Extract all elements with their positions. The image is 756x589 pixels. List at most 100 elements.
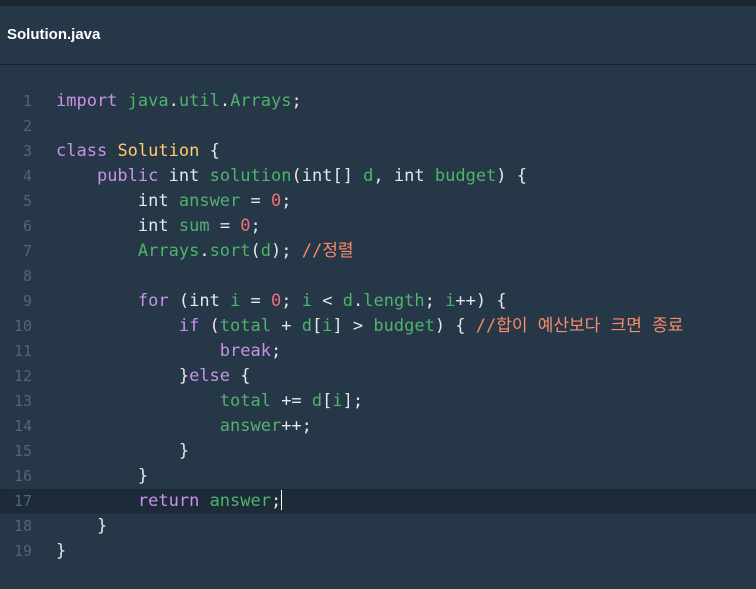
code-token: Arrays (137, 241, 200, 261)
code-text: } (56, 514, 107, 539)
code-token: [] (332, 166, 364, 186)
code-token: else (189, 366, 231, 386)
code-token: ; (270, 491, 282, 511)
line-number: 15 (13, 442, 32, 460)
code-token: d (260, 241, 272, 261)
code-token: ++; (281, 416, 312, 436)
code-token: int (393, 166, 425, 186)
code-token: [ (322, 391, 333, 411)
code-token: } (56, 516, 108, 536)
code-token: class (56, 141, 108, 161)
code-line[interactable]: 8 (0, 264, 756, 289)
code-line[interactable]: 3 class Solution { (0, 139, 756, 164)
code-token: = (240, 191, 271, 211)
code-editor[interactable]: 1 import java.util.Arrays; 2 3 class Solutio… (0, 66, 756, 589)
code-token: 0 (271, 291, 282, 311)
code-line[interactable]: 18 } (0, 514, 756, 539)
code-token: answer (178, 191, 241, 211)
code-text: } (56, 439, 189, 464)
code-token: ; (281, 191, 292, 211)
code-token: i (322, 316, 333, 336)
code-line[interactable]: 16 } (0, 464, 756, 489)
code-token: 0 (271, 191, 282, 211)
code-token: ( (250, 241, 261, 261)
code-token: int (137, 191, 169, 211)
code-line[interactable]: 15 } (0, 439, 756, 464)
line-number: 8 (22, 267, 32, 285)
code-token: total (219, 391, 271, 411)
code-token: + (270, 316, 302, 336)
line-number: 13 (13, 392, 32, 410)
code-token: } (56, 541, 67, 561)
code-line[interactable]: 6 int sum = 0; (0, 214, 756, 239)
code-token: ]; (342, 391, 364, 411)
code-line[interactable]: 11 break; (0, 339, 756, 364)
code-line[interactable]: 5 int answer = 0; (0, 189, 756, 214)
code-token: length (363, 291, 425, 311)
code-text: int answer = 0; (56, 189, 292, 214)
line-number: 4 (22, 167, 32, 185)
code-token: i (301, 291, 313, 311)
line-number: 3 (22, 142, 32, 160)
code-token: //합이 예산보다 크면 종료 (475, 316, 684, 336)
code-line[interactable]: 17 return answer; (0, 489, 756, 514)
code-token: import (56, 91, 118, 111)
code-token: int (301, 166, 333, 186)
code-line[interactable]: 4 public int solution(int[] d, int budge… (0, 164, 756, 189)
code-token: for (137, 291, 169, 311)
code-token: { (230, 366, 251, 386)
code-line[interactable]: 1 import java.util.Arrays; (0, 89, 756, 114)
editor-tab-bar: Solution.java (0, 6, 756, 65)
code-token: d (342, 291, 353, 311)
code-token: . (199, 241, 210, 261)
line-number: 9 (22, 292, 32, 310)
code-line[interactable]: 10 if (total + d[i] > budget) { //합이 예산보… (0, 314, 756, 339)
text-cursor (281, 490, 283, 510)
line-number: 7 (22, 242, 32, 260)
code-token: ( (199, 316, 220, 336)
code-token: } (56, 466, 149, 486)
code-token: public (96, 166, 159, 186)
code-token: i (230, 291, 241, 311)
code-token: d (363, 166, 374, 186)
code-token: , (373, 166, 394, 186)
code-line[interactable]: 7 Arrays.sort(d); //정렬 (0, 239, 756, 264)
code-token: ; (291, 91, 302, 111)
code-token: answer (219, 416, 282, 436)
code-token: . (168, 91, 179, 111)
code-token: i (332, 391, 343, 411)
code-token: ; (424, 291, 446, 311)
code-line[interactable]: 12 }else { (0, 364, 756, 389)
code-token: break (219, 341, 271, 361)
code-token: . (352, 291, 364, 311)
code-token: ( (291, 166, 302, 186)
code-token: ) { (496, 166, 528, 186)
code-line[interactable]: 2 (0, 114, 756, 139)
file-tab-title[interactable]: Solution.java (7, 26, 100, 43)
code-line[interactable]: 19} (0, 539, 756, 564)
code-text: Arrays.sort(d); //정렬 (56, 239, 354, 264)
code-token: i (445, 291, 456, 311)
code-line[interactable]: 14 answer++; (0, 414, 756, 439)
code-text: public int solution(int[] d, int budget)… (56, 164, 527, 189)
code-line[interactable]: 13 total += d[i]; (0, 389, 756, 414)
code-token: int (168, 166, 200, 186)
code-text: }else { (56, 364, 251, 389)
code-line[interactable]: 9 for (int i = 0; i < d.length; i++) { (0, 289, 756, 314)
code-token: if (178, 316, 200, 336)
code-token: util (178, 91, 220, 111)
code-token: ) { (434, 316, 476, 336)
code-token: } (56, 366, 190, 386)
